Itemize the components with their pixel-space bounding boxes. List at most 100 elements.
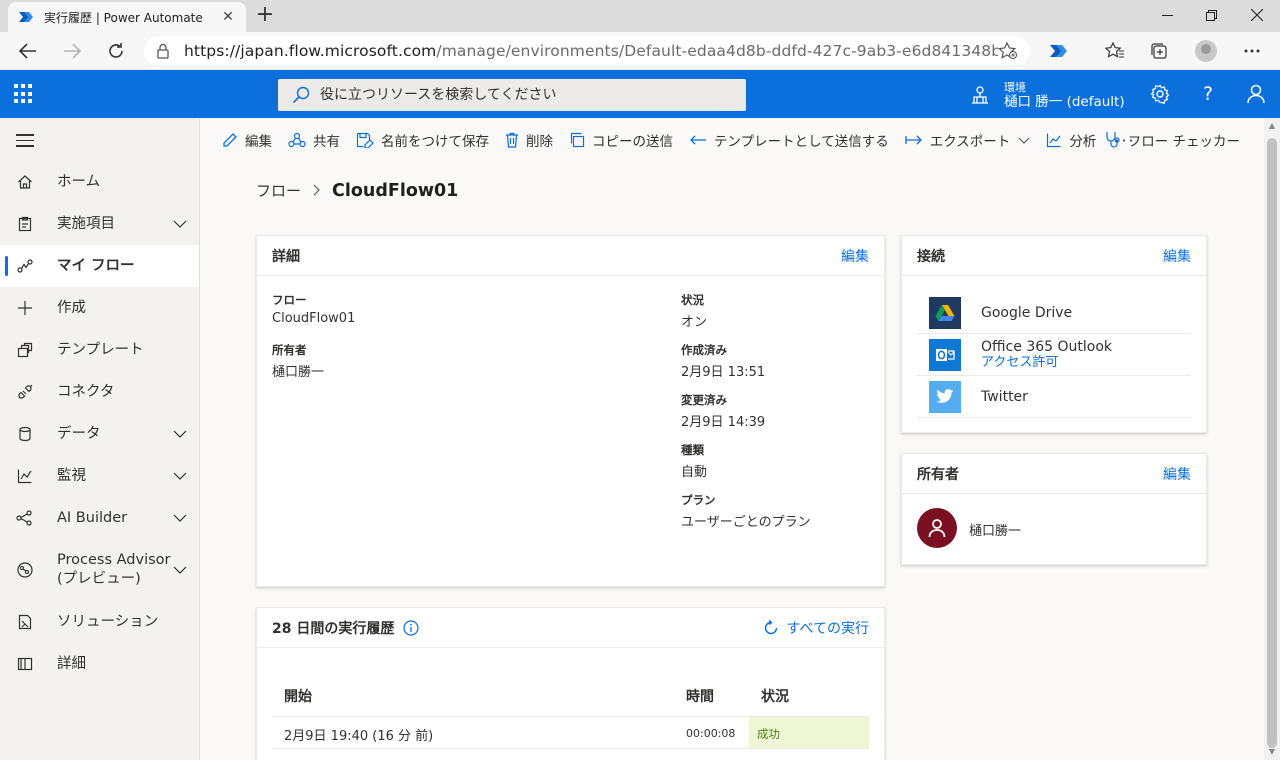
- field-label: プラン: [681, 493, 716, 507]
- environment-text: 環境 樋口 勝一 (default): [1004, 80, 1125, 110]
- save-as-button[interactable]: 名前をつけて保存: [356, 130, 489, 150]
- field-value: オン: [681, 315, 708, 330]
- back-button[interactable]: [14, 37, 42, 65]
- command-bar: 編集 共有 名前をつけて保存 削除 コピーの送信 テンプレートとして送信する エ…: [200, 118, 1264, 162]
- all-runs-label: すべての実行: [786, 620, 869, 637]
- grant-access-link[interactable]: アクセス許可: [981, 355, 1112, 370]
- page-title: CloudFlow01: [332, 180, 459, 201]
- tab-close-icon[interactable]: ✕: [220, 9, 236, 25]
- table-row[interactable]: 2月9日 19:40 (16 分 前) 00:00:08 成功: [272, 717, 869, 749]
- browser-menu-button[interactable]: [1239, 39, 1265, 63]
- nav-label: テンプレート: [57, 341, 144, 358]
- connection-google-drive[interactable]: Google Drive: [917, 292, 1191, 334]
- nav-item-action-items[interactable]: 実施項目: [0, 203, 199, 245]
- flow-checker-button[interactable]: フロー チェッカー: [1105, 130, 1240, 150]
- environment-label: 環境: [1004, 81, 1026, 94]
- address-bar[interactable]: https://japan.flow.microsoft.com/manage/…: [144, 36, 1030, 66]
- hamburger-menu-icon[interactable]: [16, 134, 34, 151]
- nav-item-create[interactable]: 作成: [0, 287, 199, 329]
- nav-item-home[interactable]: ホーム: [0, 161, 199, 203]
- forward-button[interactable]: [58, 37, 86, 65]
- settings-button[interactable]: [1148, 82, 1172, 106]
- details-card-header: 詳細 編集: [257, 236, 884, 276]
- favorites-star-icon: [1105, 42, 1124, 58]
- back-arrow-icon: [19, 43, 36, 59]
- more-dots-icon: [1244, 49, 1260, 53]
- search-icon: [292, 86, 310, 104]
- nav-item-monitor[interactable]: 監視: [0, 455, 199, 497]
- plan-field: プラン ユーザーごとのプラン: [681, 492, 811, 530]
- connection-twitter[interactable]: Twitter: [917, 376, 1191, 418]
- search-box[interactable]: [278, 79, 746, 111]
- power-automate-extension-button[interactable]: [1046, 39, 1072, 63]
- connections-card-header: 接続 編集: [902, 236, 1206, 276]
- minimize-button[interactable]: [1144, 0, 1190, 30]
- delete-button[interactable]: 削除: [505, 130, 553, 150]
- edit-button[interactable]: 編集: [222, 130, 272, 150]
- environment-picker[interactable]: 環境 樋口 勝一 (default): [970, 78, 1125, 112]
- refresh-button[interactable]: [102, 37, 130, 65]
- page-scrollbar[interactable]: ▲ ▼: [1264, 118, 1280, 760]
- all-runs-link[interactable]: すべての実行: [762, 618, 869, 638]
- connector-plug-icon: [16, 383, 34, 401]
- chevron-down-icon: [173, 430, 187, 438]
- add-favorite-icon[interactable]: [998, 42, 1018, 60]
- save-as-icon: [356, 132, 374, 148]
- breadcrumb-chevron-icon: [313, 182, 320, 200]
- connections-edit-link[interactable]: 編集: [1163, 246, 1191, 266]
- run-start: 2月9日 19:40 (16 分 前): [284, 729, 434, 744]
- scroll-down-icon[interactable]: ▼: [1268, 748, 1276, 756]
- environment-icon: [972, 86, 988, 104]
- collections-button[interactable]: [1146, 39, 1172, 63]
- restore-button[interactable]: [1188, 0, 1234, 30]
- nav-item-templates[interactable]: テンプレート: [0, 329, 199, 371]
- details-edit-link[interactable]: 編集: [841, 246, 869, 266]
- export-button[interactable]: エクスポート: [905, 130, 1031, 150]
- help-button[interactable]: ?: [1196, 82, 1220, 106]
- share-icon: [288, 132, 306, 148]
- owners-edit-link[interactable]: 編集: [1163, 464, 1191, 484]
- analytics-button[interactable]: 分析: [1046, 130, 1096, 150]
- run-table-header: 開始 時間 状況: [272, 673, 869, 717]
- owners-card-header: 所有者 編集: [902, 454, 1206, 494]
- nav-label: ホーム: [57, 173, 101, 190]
- gear-icon: [1150, 84, 1170, 104]
- nav-item-ai-builder[interactable]: AI Builder: [0, 497, 199, 539]
- scroll-up-icon[interactable]: ▲: [1268, 122, 1276, 130]
- export-label: エクスポート: [929, 134, 1011, 150]
- nav-item-learn[interactable]: 詳細: [0, 643, 199, 685]
- field-value: 自動: [681, 465, 708, 480]
- flow-checker-label: フロー チェッカー: [1127, 134, 1240, 150]
- nav-item-connectors[interactable]: コネクタ: [0, 371, 199, 413]
- nav-item-data[interactable]: データ: [0, 413, 199, 455]
- new-tab-button[interactable]: +: [254, 4, 276, 28]
- nav-item-process-advisor[interactable]: Process Advisor (プレビュー): [0, 539, 199, 601]
- nav-item-my-flows[interactable]: マイ フロー: [0, 245, 199, 287]
- share-button[interactable]: 共有: [288, 130, 340, 150]
- profile-button[interactable]: [1193, 39, 1219, 63]
- favorites-button[interactable]: [1102, 39, 1128, 63]
- info-icon[interactable]: [403, 619, 419, 636]
- nav-item-solutions[interactable]: ソリューション: [0, 601, 199, 643]
- connection-office365-outlook[interactable]: Office 365 Outlook アクセス許可: [917, 334, 1191, 376]
- send-copy-button[interactable]: コピーの送信: [569, 130, 673, 150]
- browser-tab[interactable]: 実行履歴 | Power Automate ✕: [8, 2, 246, 32]
- url-path: /manage/environments/Default-edaa4d8b-dd…: [436, 42, 998, 60]
- breadcrumb: フロー CloudFlow01: [256, 180, 458, 201]
- send-as-template-button[interactable]: テンプレートとして送信する: [689, 130, 889, 150]
- field-label: 状況: [681, 293, 704, 307]
- window-close-button[interactable]: [1234, 0, 1280, 30]
- run-history-header: 28 日間の実行履歴 すべての実行: [257, 608, 884, 648]
- app-launcher-icon[interactable]: [14, 84, 34, 104]
- search-input[interactable]: [320, 87, 720, 103]
- breadcrumb-flows-link[interactable]: フロー: [256, 180, 301, 201]
- pencil-icon: [223, 133, 237, 147]
- details-card: 詳細 編集 フロー CloudFlow01 所有者 樋口勝一 状況 オン 作成済…: [256, 235, 885, 587]
- profile-avatar: [1195, 40, 1217, 62]
- connection-text: Office 365 Outlook アクセス許可: [981, 339, 1112, 370]
- owners-card: 所有者 編集 樋口勝一: [901, 453, 1207, 565]
- account-button[interactable]: [1244, 82, 1268, 106]
- scrollbar-thumb[interactable]: [1267, 138, 1277, 748]
- outlook-icon: [929, 338, 961, 371]
- plus-icon: [16, 299, 34, 317]
